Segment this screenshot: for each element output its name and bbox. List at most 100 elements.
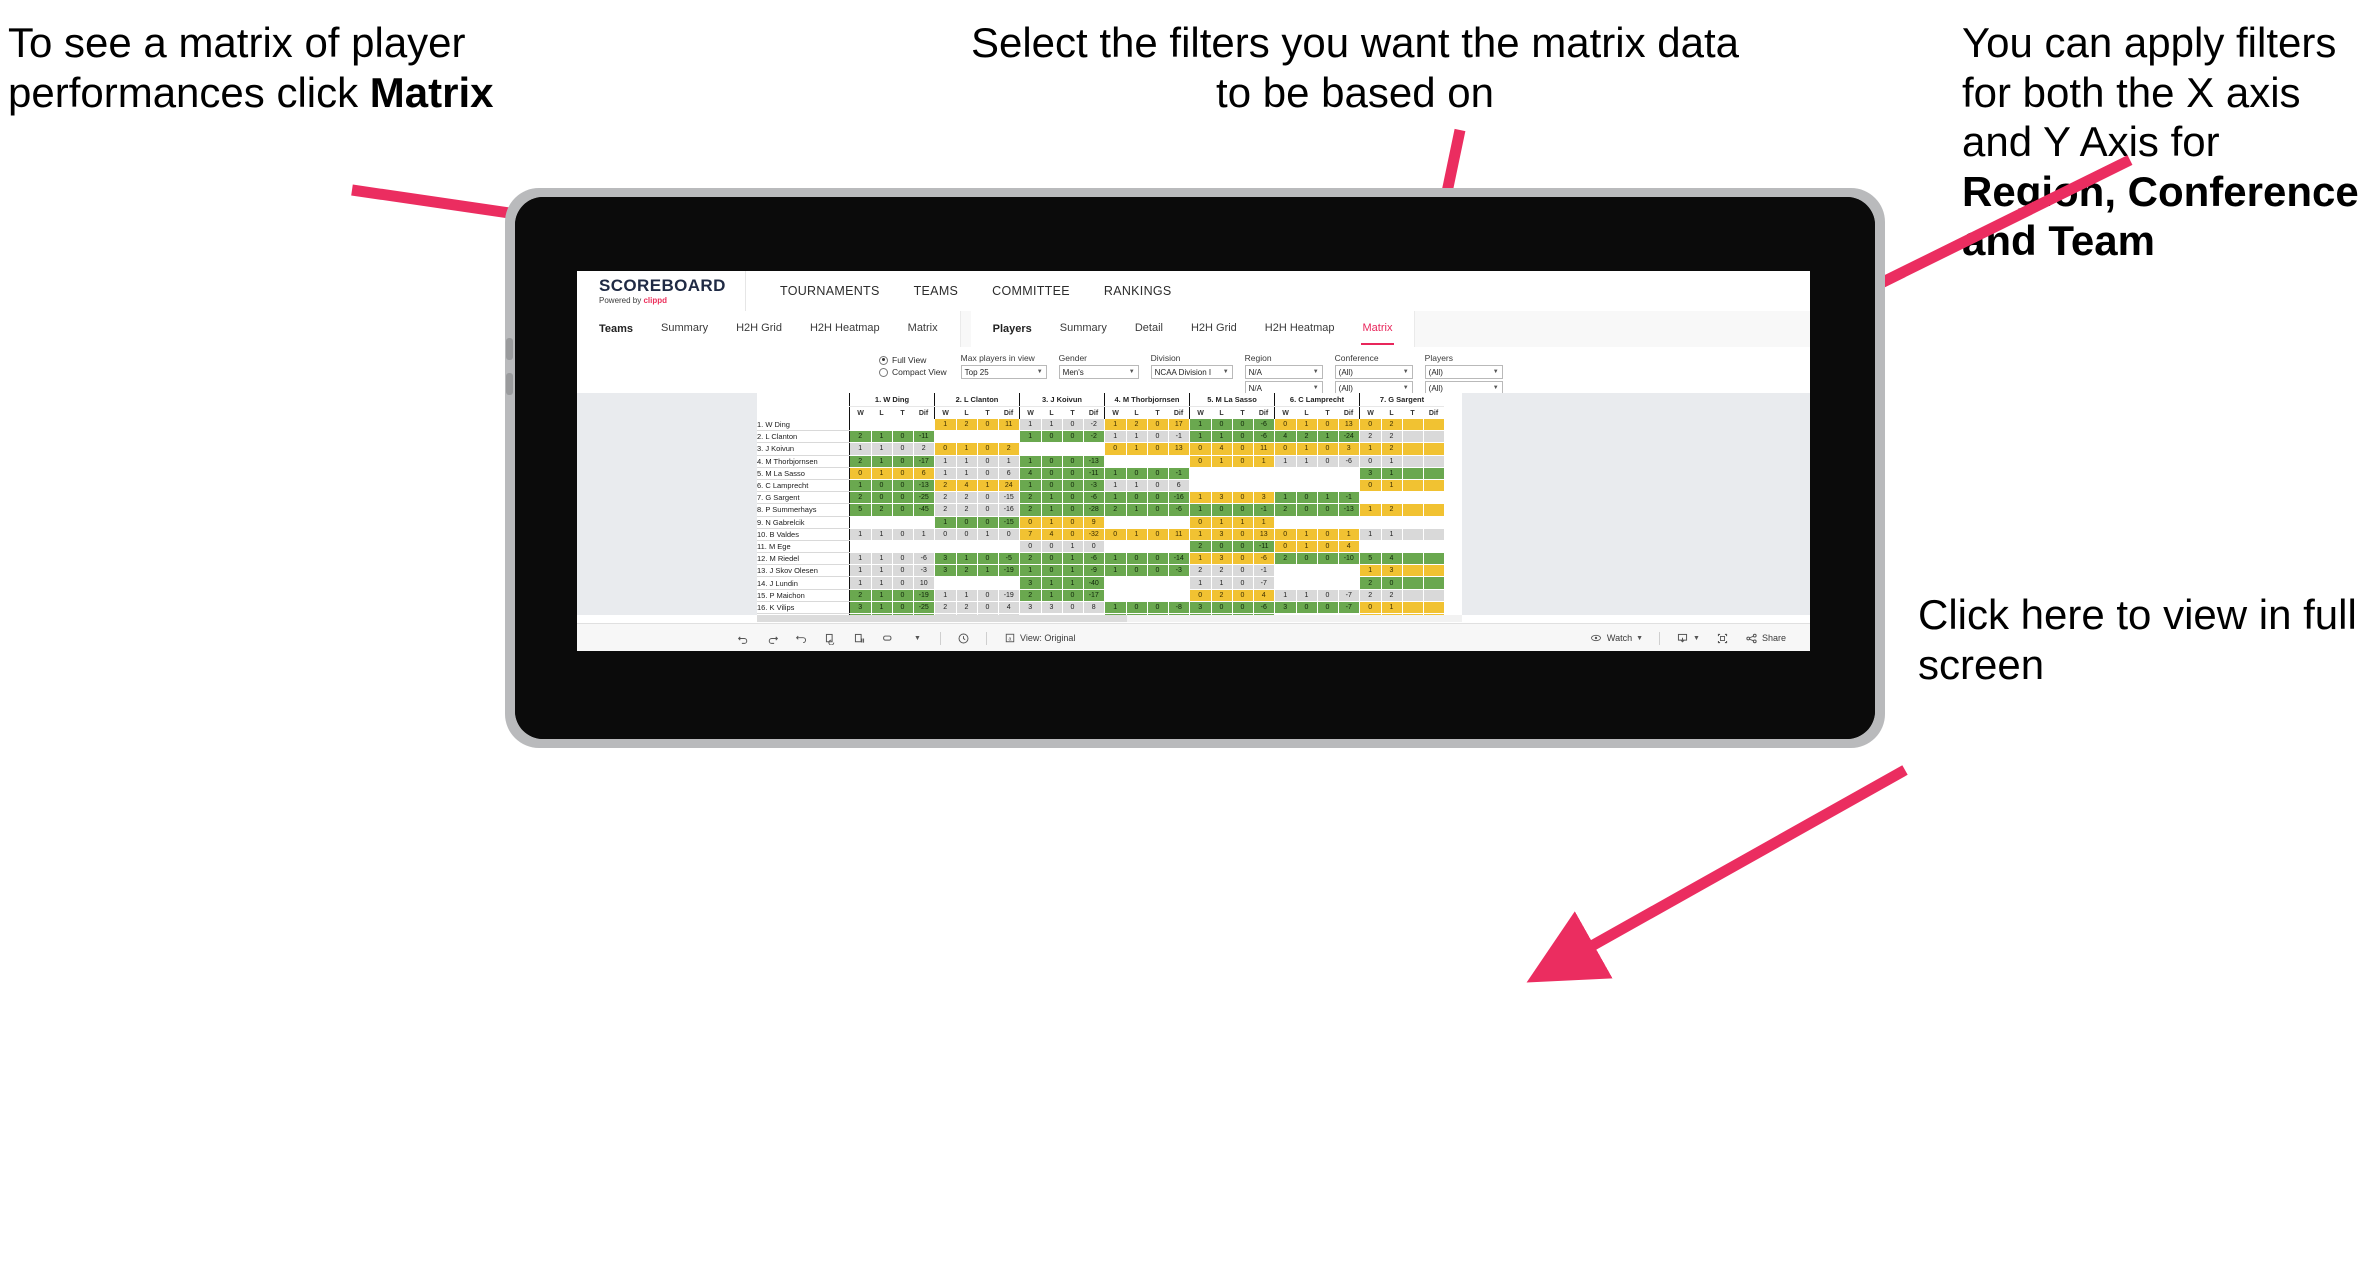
matrix-cell[interactable]: 0 (892, 503, 914, 517)
matrix-cell[interactable]: -6 (1253, 601, 1275, 615)
matrix-cell[interactable] (871, 516, 893, 529)
matrix-cell[interactable] (1126, 455, 1148, 468)
matrix-cell[interactable]: 1 (1296, 419, 1318, 432)
download-control[interactable]: ▼ (1676, 632, 1700, 645)
matrix-cell[interactable]: 0 (1232, 564, 1254, 578)
matrix-cell[interactable]: 0 (1189, 442, 1212, 456)
new-worksheet-icon[interactable] (882, 632, 895, 645)
tab-players-matrix[interactable]: Matrix (1360, 322, 1395, 345)
matrix-cell[interactable]: 1 (1019, 479, 1042, 493)
matrix-cell[interactable]: -16 (1168, 491, 1190, 505)
matrix-cell[interactable] (1083, 442, 1105, 456)
matrix-cell[interactable]: 2 (1381, 503, 1403, 517)
matrix-cell[interactable] (1296, 479, 1318, 493)
matrix-cell[interactable] (1381, 491, 1403, 505)
matrix-cell[interactable]: 1 (1104, 601, 1127, 615)
matrix-cell[interactable]: -17 (913, 455, 935, 468)
top-nav-teams[interactable]: TEAMS (914, 284, 959, 298)
matrix-cell[interactable] (1296, 564, 1318, 578)
matrix-cell[interactable] (913, 540, 935, 554)
matrix-cell[interactable]: 1 (1062, 576, 1084, 590)
matrix-cell[interactable]: 0 (1126, 601, 1148, 615)
matrix-cell[interactable] (1359, 491, 1382, 505)
matrix-cell[interactable]: -8 (1168, 601, 1190, 615)
matrix-cell[interactable]: 1 (1041, 491, 1063, 505)
matrix-cell[interactable]: 0 (1147, 479, 1169, 493)
matrix-cell[interactable] (1296, 516, 1318, 529)
matrix-cell[interactable]: 0 (977, 491, 999, 505)
matrix-cell[interactable]: 1 (913, 528, 935, 541)
matrix-cell[interactable]: 2 (1359, 589, 1382, 602)
matrix-cell[interactable]: 0 (1232, 540, 1254, 554)
matrix-cell[interactable]: 6 (998, 467, 1020, 480)
matrix-cell[interactable]: 0 (1317, 601, 1339, 615)
matrix-cell[interactable]: 1 (1211, 455, 1233, 468)
matrix-cell[interactable]: 0 (849, 467, 872, 480)
matrix-cell[interactable] (1211, 479, 1233, 493)
matrix-cell[interactable] (1253, 479, 1275, 493)
matrix-cell[interactable]: 7 (1019, 528, 1042, 541)
matrix-cell[interactable]: 1 (977, 564, 999, 578)
matrix-cell[interactable]: 0 (1296, 552, 1318, 566)
matrix-cell[interactable]: -40 (1083, 576, 1105, 590)
matrix-cell[interactable] (977, 540, 999, 554)
matrix-cell[interactable]: -6 (1083, 491, 1105, 505)
matrix-cell[interactable]: 3 (1041, 601, 1063, 615)
matrix-cell[interactable]: 1 (871, 552, 893, 566)
matrix-row-label[interactable]: 5. M La Sasso (757, 467, 850, 480)
matrix-cell[interactable]: 0 (1232, 455, 1254, 468)
matrix-cell[interactable]: 0 (1211, 601, 1233, 615)
refresh-data-icon[interactable] (824, 632, 837, 645)
matrix-cell[interactable] (934, 576, 957, 590)
matrix-cell[interactable]: 2 (1189, 564, 1212, 578)
matrix-cell[interactable]: 1 (1189, 503, 1212, 517)
matrix-cell[interactable]: 0 (1359, 601, 1382, 615)
matrix-cell[interactable] (998, 576, 1020, 590)
matrix-cell[interactable]: 1 (1274, 589, 1297, 602)
matrix-cell[interactable]: 3 (1211, 552, 1233, 566)
toolbar-dropdown-caret-icon[interactable]: ▼ (911, 632, 924, 645)
matrix-cell[interactable]: 0 (1232, 552, 1254, 566)
matrix-row-label[interactable]: 11. M Ege (757, 540, 850, 554)
matrix-cell[interactable] (1402, 601, 1424, 615)
tab-players-h2h-heatmap[interactable]: H2H Heatmap (1265, 322, 1335, 336)
matrix-cell[interactable]: 4 (998, 601, 1020, 615)
matrix-cell[interactable]: 2 (913, 442, 935, 456)
matrix-col-header[interactable]: 7. G Sargent (1359, 393, 1444, 407)
matrix-cell[interactable]: -1 (1168, 430, 1190, 444)
matrix-cell[interactable] (1402, 430, 1424, 444)
matrix-cell[interactable]: -10 (1338, 552, 1360, 566)
radio-full-view[interactable]: Full View (879, 354, 947, 366)
matrix-cell[interactable]: -14 (1168, 552, 1190, 566)
matrix-cell[interactable]: 1 (871, 455, 893, 468)
matrix-cell[interactable]: 1 (1296, 540, 1318, 554)
matrix-cell[interactable]: 3 (1211, 491, 1233, 505)
matrix-cell[interactable]: 1 (1019, 455, 1042, 468)
matrix-cell[interactable] (913, 516, 935, 529)
matrix-cell[interactable]: 8 (1083, 601, 1105, 615)
matrix-cell[interactable]: -13 (1083, 455, 1105, 468)
matrix-cell[interactable] (1423, 442, 1445, 456)
matrix-cell[interactable]: -11 (1253, 540, 1275, 554)
matrix-cell[interactable]: 1 (1359, 564, 1382, 578)
matrix-cell[interactable]: 2 (1381, 442, 1403, 456)
matrix-cell[interactable]: 0 (892, 442, 914, 456)
share-control[interactable]: Share (1745, 632, 1786, 645)
matrix-cell[interactable]: 24 (998, 479, 1020, 493)
matrix-cell[interactable]: -15 (998, 491, 1020, 505)
matrix-cell[interactable]: 1 (1381, 528, 1403, 541)
matrix-row-label[interactable]: 1. W Ding (757, 419, 850, 432)
matrix-cell[interactable]: 0 (1317, 503, 1339, 517)
matrix-cell[interactable] (1359, 540, 1382, 554)
matrix-cell[interactable]: 0 (1147, 552, 1169, 566)
matrix-cell[interactable]: 0 (1126, 491, 1148, 505)
watch-control[interactable]: Watch ▼ (1590, 632, 1643, 645)
matrix-cell[interactable]: 2 (1359, 576, 1382, 590)
matrix-cell[interactable]: -9 (1083, 564, 1105, 578)
matrix-cell[interactable]: 0 (1232, 430, 1254, 444)
matrix-cell[interactable] (934, 540, 957, 554)
matrix-cell[interactable]: 1 (1104, 491, 1127, 505)
matrix-cell[interactable] (1274, 516, 1297, 529)
matrix-cell[interactable]: 1 (1062, 540, 1084, 554)
filter-gender-select[interactable]: Men's ▼ (1058, 365, 1139, 379)
